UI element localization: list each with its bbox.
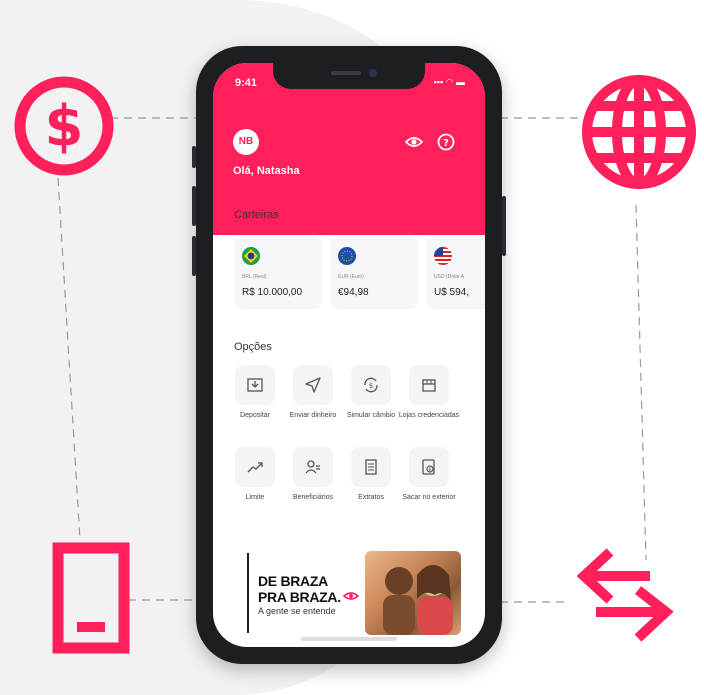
transfer-arrows-icon — [576, 548, 674, 642]
statement-icon — [365, 459, 377, 475]
exchange-icon: $ — [364, 377, 378, 393]
svg-text:$: $ — [45, 94, 84, 159]
camera — [369, 69, 377, 77]
wallet-label: USD (Dólar A — [434, 274, 465, 280]
option-label: Lojas credenciadas — [398, 412, 460, 419]
wallet-value: €94,98 — [338, 287, 369, 298]
option-simular-cambio[interactable]: $ Simular câmbio — [339, 365, 403, 421]
greeting-text: Olá, Natasha — [233, 165, 300, 177]
wallet-card-usd[interactable]: USD (Dólar A U$ 594, — [426, 237, 485, 309]
wallet-card-eur[interactable]: EUR (Euro) €94,98 — [330, 237, 418, 309]
speaker — [331, 71, 361, 75]
banner-photo — [365, 551, 461, 635]
send-icon — [305, 377, 321, 393]
svg-text:$: $ — [369, 382, 373, 390]
mobile-icon — [52, 542, 130, 654]
store-icon — [422, 379, 436, 392]
wallet-card-brl[interactable]: BRL (Real) R$ 10.000,00 — [234, 237, 322, 309]
phone-notch — [273, 63, 425, 89]
option-beneficiarios[interactable]: Beneficiários — [281, 447, 345, 503]
options-title: Opções — [234, 341, 272, 353]
wallet-value: R$ 10.000,00 — [242, 287, 303, 298]
option-label: Depositar — [240, 412, 270, 419]
banner-accent-bar — [247, 553, 249, 633]
wallets-title: Carteiras — [234, 209, 279, 221]
option-enviar-dinheiro[interactable]: Enviar dinheiro — [281, 365, 345, 421]
people-illustration — [383, 565, 453, 635]
option-label: Beneficiários — [292, 494, 334, 501]
eye-logo-icon — [343, 592, 359, 600]
status-time: 9:41 — [235, 77, 258, 89]
option-limite[interactable]: Limite — [223, 447, 287, 503]
phone-screen: 9:41 ▪▪▪ ◠ ▬ NB Olá, Natasha ? Carteiras — [213, 63, 485, 647]
users-icon — [305, 460, 320, 474]
option-depositar[interactable]: Depositar — [223, 365, 287, 421]
withdraw-icon: $ — [422, 459, 435, 475]
trend-icon — [247, 462, 263, 473]
phone-mockup: 9:41 ▪▪▪ ◠ ▬ NB Olá, Natasha ? Carteiras — [192, 46, 506, 664]
svg-text:$: $ — [428, 467, 431, 473]
wallet-value: U$ 594, — [434, 287, 470, 298]
option-label: Extratos — [358, 494, 384, 501]
eye-icon[interactable] — [405, 133, 423, 151]
option-label: Simular câmbio — [346, 412, 396, 419]
wallets-list[interactable]: BRL (Real) R$ 10.000,00 EUR (Euro) €94,9… — [234, 237, 485, 311]
option-label: Limite — [245, 494, 265, 501]
option-lojas-credenciadas[interactable]: Lojas credenciadas — [397, 365, 461, 421]
home-indicator — [301, 637, 397, 641]
banner-tagline: A gente se entende — [258, 606, 336, 616]
phone-side-button — [192, 236, 196, 276]
brazil-flag-icon — [242, 247, 260, 265]
wallet-label: BRL (Real) — [242, 274, 267, 280]
avatar[interactable]: NB — [233, 129, 259, 155]
option-sacar-no-exterior[interactable]: $ Sacar no exterior — [397, 447, 461, 503]
option-extratos[interactable]: Extratos — [339, 447, 403, 503]
svg-text:?: ? — [443, 138, 449, 149]
status-icons: ▪▪▪ ◠ ▬ — [433, 77, 465, 87]
phone-side-button — [192, 186, 196, 226]
deposit-icon — [247, 378, 263, 392]
help-icon[interactable]: ? — [437, 133, 455, 151]
banner-headline-line1: DE BRAZA — [258, 573, 328, 589]
wallet-label: EUR (Euro) — [338, 274, 364, 280]
phone-power-button — [502, 196, 506, 256]
option-label: Sacar no exterior — [402, 494, 456, 501]
dollar-icon: $ — [14, 76, 114, 176]
banner-headline-line2: PRA BRAZA. — [258, 589, 341, 605]
us-flag-icon — [434, 247, 452, 265]
promo-banner[interactable]: DE BRAZA PRA BRAZA. A gente se entende — [247, 551, 461, 635]
eu-flag-icon — [338, 247, 356, 265]
globe-icon — [582, 75, 696, 189]
phone-side-button — [192, 146, 196, 168]
option-label: Enviar dinheiro — [289, 412, 337, 419]
